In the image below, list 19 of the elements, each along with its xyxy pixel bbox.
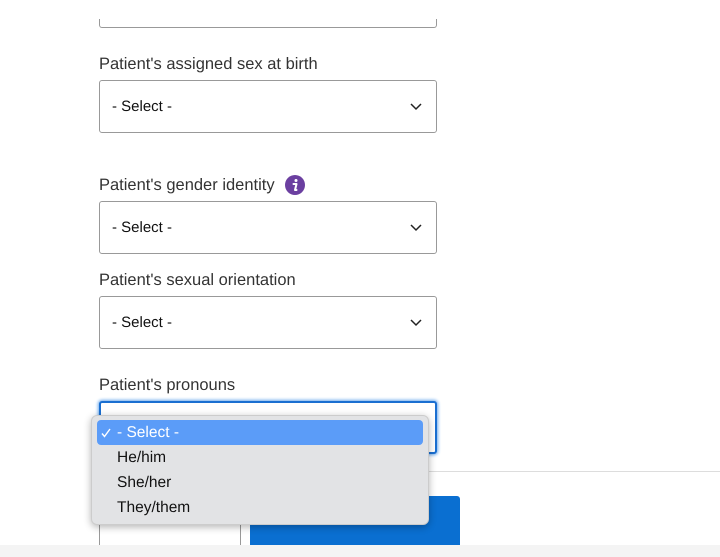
dropdown-option[interactable]: She/her (97, 470, 423, 495)
select-value: - Select - (112, 98, 172, 115)
select-value: - Select - (112, 314, 172, 331)
field-label: Patient's assigned sex at birth (99, 54, 318, 74)
field-label: Patient's sexual orientation (99, 270, 296, 290)
select-field[interactable]: - Select - (99, 201, 437, 254)
info-icon[interactable] (284, 175, 305, 195)
field-label: Patient's gender identity (99, 176, 275, 194)
select-field[interactable] (99, 19, 437, 28)
select-field[interactable]: - Select - (99, 80, 437, 133)
check-icon (101, 428, 111, 438)
chevron-down-icon (410, 224, 422, 232)
chevron-down-icon (410, 102, 422, 110)
dropdown-option[interactable]: They/them (97, 495, 423, 520)
select-field[interactable]: - Select - (99, 296, 437, 349)
field-label: Patient's pronouns (99, 376, 236, 394)
dropdown-option[interactable]: He/him (97, 445, 423, 470)
select-value: - Select - (112, 219, 172, 236)
chevron-down-icon (410, 318, 422, 326)
